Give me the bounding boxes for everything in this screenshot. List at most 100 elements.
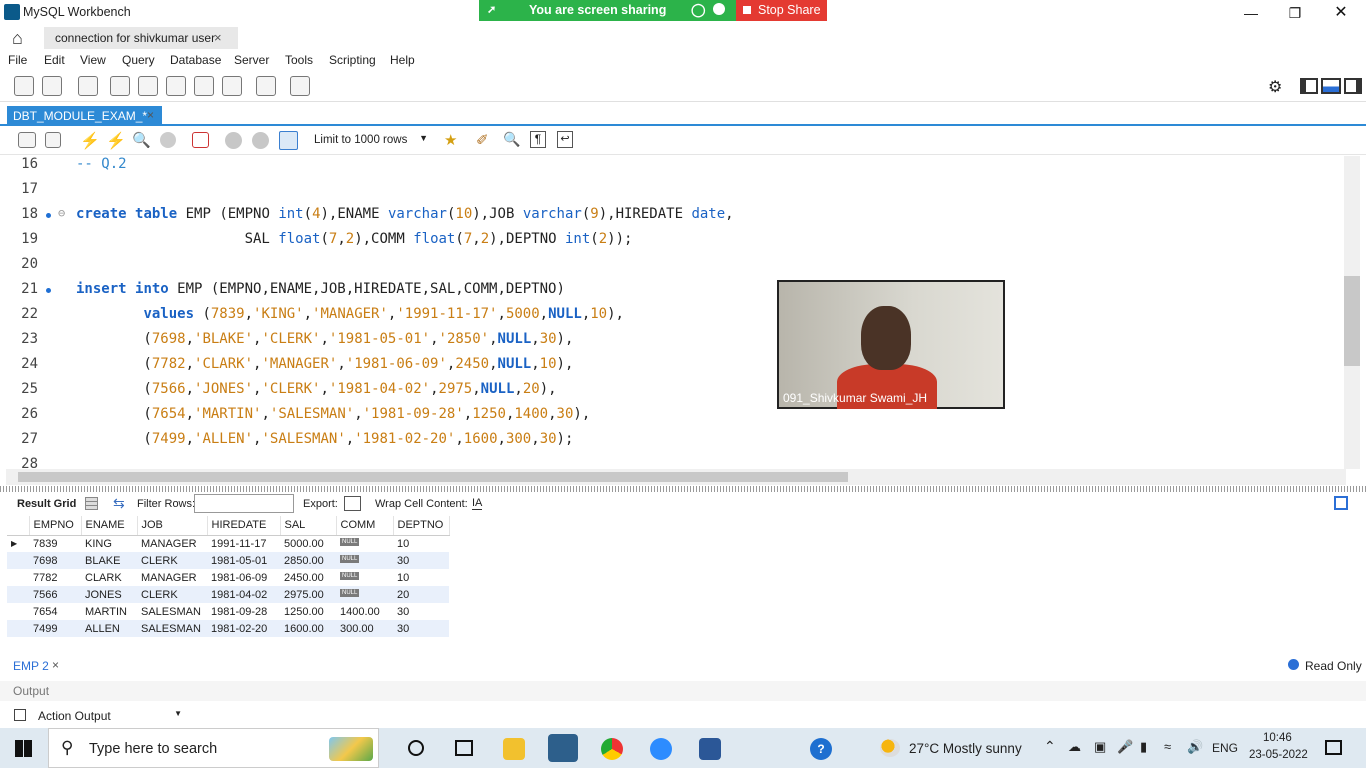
table-cell[interactable]: 300.00 [336,620,393,637]
taskbar-search-box[interactable]: ⚲ Type here to search [48,728,379,768]
row-selector[interactable]: ▶ [7,535,29,552]
find-icon[interactable]: 🔍 [503,131,520,148]
table-cell[interactable]: MANAGER [137,535,207,552]
row-selector[interactable] [7,586,29,603]
column-header[interactable]: EMPNO [29,516,82,536]
table-cell[interactable]: 30 [393,603,449,620]
row-selector[interactable] [7,569,29,586]
table-cell[interactable]: ALLEN [81,620,137,637]
result-tab-emp2[interactable]: EMP 2 [13,659,49,673]
create-function-icon[interactable] [222,76,242,96]
table-row[interactable]: 7782 CLARK MANAGER 1981-06-09 2450.00 NULL 10 [7,569,449,586]
editor-horizontal-scrollbar[interactable] [6,469,1346,485]
toggle-secondary-sidebar-icon[interactable] [1344,78,1362,94]
row-selector[interactable] [7,620,29,637]
table-cell[interactable]: 20 [393,586,449,603]
zoom-icon[interactable] [650,738,672,760]
menu-query[interactable]: Query [122,53,155,67]
table-cell[interactable]: 1981-02-20 [207,620,280,637]
pause-share-icon[interactable]: ◯ [691,2,706,18]
new-sql-tab-icon[interactable] [14,76,34,96]
save-icon[interactable] [45,132,61,148]
home-icon[interactable]: ⌂ [12,28,23,49]
chrome-icon[interactable] [601,738,623,760]
refresh-icon[interactable]: ⇆ [113,495,125,512]
table-cell[interactable]: SALESMAN [137,603,207,620]
table-cell[interactable]: 10 [393,535,449,552]
table-cell[interactable]: 7566 [29,586,81,603]
create-procedure-icon[interactable] [194,76,214,96]
table-row[interactable]: 7698 BLAKE CLERK 1981-05-01 2850.00 NULL 30 [7,552,449,569]
close-window-button[interactable]: ✕ [1330,4,1352,22]
column-header[interactable]: JOB [137,516,208,536]
wifi-icon[interactable]: ≈ [1164,739,1171,754]
table-cell[interactable]: 7782 [29,569,81,586]
table-cell[interactable]: NULL [336,569,393,586]
menu-view[interactable]: View [80,53,106,67]
table-cell[interactable]: 1981-05-01 [207,552,280,569]
table-cell[interactable]: 2850.00 [280,552,336,569]
row-limit-select[interactable]: Limit to 1000 rows ▼ [309,132,432,150]
table-cell[interactable]: 1981-09-28 [207,603,280,620]
panel-splitter[interactable] [0,486,1366,492]
scrollbar-thumb[interactable] [18,472,848,482]
clock-time[interactable]: 10:46 [1263,732,1292,744]
result-panel-toggle-icon[interactable] [1334,496,1348,510]
result-tab-close-icon[interactable]: × [52,658,59,672]
table-cell[interactable]: NULL [336,586,393,603]
invisible-chars-icon[interactable]: ¶ [530,131,546,148]
commit-icon[interactable] [225,132,242,149]
toggle-output-icon[interactable] [1321,78,1341,94]
table-cell[interactable]: 5000.00 [280,535,336,552]
filter-rows-input[interactable] [194,494,294,513]
menu-help[interactable]: Help [390,53,415,67]
maximize-button[interactable]: ❐ [1284,4,1306,22]
chevron-up-icon[interactable]: ⌃ [1044,738,1056,755]
windows-start-icon[interactable] [15,740,32,757]
column-header[interactable]: DEPTNO [393,516,450,536]
editor-tab[interactable]: DBT_MODULE_EXAM_* [7,106,162,126]
camera-icon[interactable]: ▣ [1094,739,1106,755]
toggle-sidebar-icon[interactable] [1300,78,1318,94]
table-row[interactable]: 7566 JONES CLERK 1981-04-02 2975.00 NULL 20 [7,586,449,603]
table-cell[interactable]: MANAGER [137,569,207,586]
table-cell[interactable]: 7499 [29,620,81,637]
table-cell[interactable]: 1250.00 [280,603,336,620]
table-cell[interactable]: SALESMAN [137,620,207,637]
pin-icon[interactable]: ➚ [487,3,496,16]
row-selector[interactable] [7,603,29,620]
result-grid[interactable]: EMPNO ENAME JOB HIREDATE SAL COMM DEPTNO… [7,516,453,638]
open-folder-icon[interactable] [18,132,36,148]
table-cell[interactable]: 1400.00 [336,603,393,620]
menu-edit[interactable]: Edit [44,53,65,67]
search-table-data-icon[interactable] [256,76,276,96]
fold-icon[interactable]: ⊖ [58,206,65,220]
column-header[interactable]: SAL [280,516,337,536]
stop-query-icon[interactable] [160,132,176,148]
execute-current-statement-icon[interactable]: ⚡ [106,131,126,151]
language-indicator[interactable]: ENG [1212,741,1238,755]
table-cell[interactable]: 2450.00 [280,569,336,586]
editor-vertical-scrollbar[interactable] [1344,156,1360,469]
rollback-icon[interactable] [252,132,269,149]
word-wrap-icon[interactable]: ↩ [557,131,573,148]
word-icon[interactable] [699,738,721,760]
connection-tab-close-icon[interactable]: × [214,30,222,45]
add-snippet-icon[interactable]: ★ [444,131,457,149]
table-cell[interactable]: 7839 [29,535,81,552]
toggle-error-stop-icon[interactable] [192,132,209,148]
table-cell[interactable]: CLERK [137,552,207,569]
open-sql-script-icon[interactable] [42,76,62,96]
export-icon[interactable] [344,496,361,511]
table-row[interactable]: 7499 ALLEN SALESMAN 1981-02-20 1600.00 300.00… [7,620,449,637]
mysql-workbench-taskbar-icon[interactable] [548,734,578,762]
table-cell[interactable]: 1981-04-02 [207,586,280,603]
menu-server[interactable]: Server [234,53,269,67]
output-type-select[interactable]: Action Output ▼ [34,706,184,724]
battery-icon[interactable]: ▮ [1140,739,1147,755]
table-cell[interactable]: 1981-06-09 [207,569,280,586]
menu-scripting[interactable]: Scripting [329,53,376,67]
reconnect-icon[interactable] [290,76,310,96]
beautify-icon[interactable]: ✐ [476,131,489,149]
table-cell[interactable]: 10 [393,569,449,586]
